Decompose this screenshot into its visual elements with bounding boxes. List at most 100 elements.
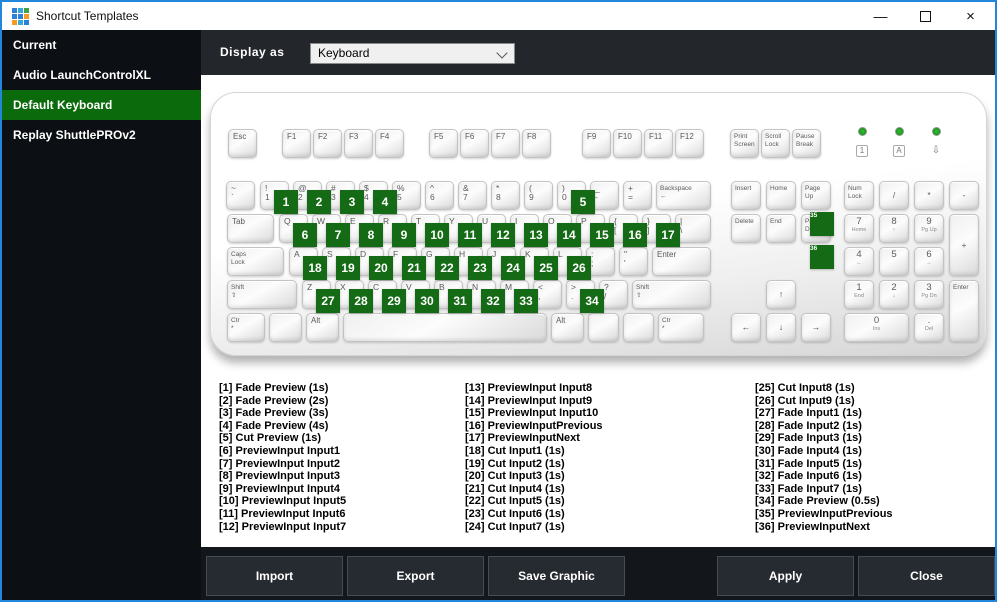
keyboard-key: Print Screen <box>730 129 759 158</box>
key-badge: 27 <box>316 289 340 313</box>
keyboard-key: - <box>949 181 979 210</box>
sidebar-item-audio-launchcontrolxl[interactable]: Audio LaunchControlXL <box>2 60 201 90</box>
key-badge: 3 <box>340 190 364 214</box>
key-badge: 4 <box>373 190 397 214</box>
shortcut-entry: [13] PreviewInput Input8 <box>465 382 593 394</box>
key-badge: 26 <box>567 256 591 280</box>
key-badge: 18 <box>303 256 327 280</box>
key-badge: 33 <box>514 289 538 313</box>
sidebar-item-replay-shuttleprov2[interactable]: Replay ShuttlePROv2 <box>2 120 201 150</box>
keyboard-key: Num Lock <box>844 181 874 210</box>
shortcut-entry: [33] Fade Input7 (1s) <box>755 482 862 495</box>
key-badge: 5 <box>571 190 595 214</box>
keyboard-key: ) 0 5 <box>557 181 595 214</box>
maximize-button[interactable] <box>903 2 948 30</box>
key-badge: 13 <box>524 223 548 247</box>
keyboard-key: F11 <box>644 129 673 158</box>
key-badge: 24 <box>501 256 525 280</box>
keyboard-key: A 18 <box>289 247 327 280</box>
keyboard-key: Page Up 35 <box>801 181 834 236</box>
key-badge: 30 <box>415 289 439 313</box>
key-badge: 22 <box>435 256 459 280</box>
key-badge: 15 <box>590 223 614 247</box>
keyboard-key: F3 <box>344 129 373 158</box>
shortcut-list-column-2: [13] PreviewInput Input8 [14] PreviewInpu… <box>465 382 700 533</box>
keyboard-key: ↑ <box>766 280 796 309</box>
keyboard-key: ~ ` <box>226 181 255 210</box>
keyboard-key: F9 <box>582 129 611 158</box>
keyboard-key: F5 <box>429 129 458 158</box>
keyboard-key: Q6 <box>279 214 317 247</box>
key-badge: 2 <box>307 190 331 214</box>
key-badge: 1 <box>274 190 298 214</box>
led-dot <box>931 127 941 136</box>
caps-lock-led-icon: A <box>893 145 905 157</box>
save-graphic-button[interactable]: Save Graphic <box>488 556 625 596</box>
key-badge: 6 <box>293 223 317 247</box>
keyboard-key: 2 ↓ <box>879 280 909 309</box>
keyboard-key: Pause Break <box>792 129 821 158</box>
scroll-lock-led-icon: ⇩ <box>931 145 941 156</box>
keyboard-key: 6 → <box>914 247 944 276</box>
shortcut-entry: [22] Cut Input5 (1s) <box>465 495 565 508</box>
keyboard-key: ← <box>731 313 761 342</box>
close-window-button[interactable]: × <box>948 2 993 30</box>
shortcut-entry: [6] PreviewInput Input1 <box>219 444 341 457</box>
key-badge: 25 <box>534 256 558 280</box>
shortcut-entry: [27] Fade Input1 (1s) <box>755 407 862 420</box>
keyboard-key: Scroll Lock <box>761 129 790 158</box>
keyboard-key: F4 <box>375 129 404 158</box>
content-panel: Esc F1 F2 F3 F4 F5 F6 F7 F8 F9 F10 F11 F12 Print Scree… <box>201 75 995 547</box>
keyboard-key: Backspace ← <box>656 181 711 210</box>
key-badge: 16 <box>623 223 647 247</box>
shortcut-entry: [24] Cut Input7 (1s) <box>465 520 565 533</box>
keyboard-key: 0 Ins <box>844 313 909 342</box>
shortcut-entry: [15] PreviewInput Input10 <box>465 407 599 420</box>
keyboard-key: Tab <box>227 214 274 243</box>
keyboard-key: Insert <box>731 181 761 210</box>
keyboard-key: F8 <box>522 129 551 158</box>
keyboard-key: * <box>914 181 944 210</box>
display-as-select[interactable]: Keyboard <box>310 43 515 64</box>
shortcut-entry: [16] PreviewInputPrevious <box>465 419 603 432</box>
shortcut-entry: [7] PreviewInput Input2 <box>219 457 341 470</box>
led-dot <box>857 127 867 136</box>
keyboard-key: F1 <box>282 129 311 158</box>
close-button[interactable]: Close <box>858 556 995 596</box>
keyboard-key: + = <box>623 181 652 210</box>
sidebar: Current Audio LaunchControlXL Default Keyb… <box>2 30 201 600</box>
key-badge: 17 <box>656 223 680 247</box>
keyboard-key: Shift ⇧ <box>632 280 711 309</box>
shortcut-entry: [9] PreviewInput Input4 <box>219 482 341 495</box>
keyboard-key: Alt <box>306 313 339 342</box>
shortcut-list-column-1: [1] Fade Preview (1s) [2] Fade Preview (2… <box>219 382 454 533</box>
key-badge: 23 <box>468 256 492 280</box>
key-badge: 12 <box>491 223 515 247</box>
key-badge: 31 <box>448 289 472 313</box>
caps-lock-led: A <box>886 127 912 158</box>
sidebar-item-current[interactable]: Current <box>2 30 201 60</box>
shortcut-entry: [20] Cut Input3 (1s) <box>465 470 565 483</box>
shortcut-entry: [5] Cut Preview (1s) <box>219 432 322 445</box>
num-lock-led: 1 <box>849 127 875 158</box>
sidebar-item-default-keyboard[interactable]: Default Keyboard <box>2 90 201 120</box>
chevron-down-icon <box>496 47 508 59</box>
keyboard-key: Home <box>766 181 796 210</box>
shortcut-entry: [28] Fade Input2 (1s) <box>755 419 862 432</box>
shortcut-entry: [25] Cut Input8 (1s) <box>755 382 855 394</box>
keyboard-key: F7 <box>491 129 520 158</box>
key-badge: 7 <box>326 223 350 247</box>
toolbar: Display as Keyboard <box>201 30 995 75</box>
keyboard-key <box>588 313 619 342</box>
shortcut-entry: [29] Fade Input3 (1s) <box>755 432 862 445</box>
minimize-button[interactable]: — <box>858 2 903 30</box>
keyboard-key: + <box>949 214 979 276</box>
export-button[interactable]: Export <box>347 556 484 596</box>
shortcut-entry: [32] Fade Input6 (1s) <box>755 470 862 483</box>
import-button[interactable]: Import <box>206 556 343 596</box>
keyboard-key: 5 <box>879 247 909 276</box>
shortcut-entry: [3] Fade Preview (3s) <box>219 407 329 420</box>
key-badge: 28 <box>349 289 373 313</box>
apply-button[interactable]: Apply <box>717 556 854 596</box>
keyboard-key: F6 <box>460 129 489 158</box>
